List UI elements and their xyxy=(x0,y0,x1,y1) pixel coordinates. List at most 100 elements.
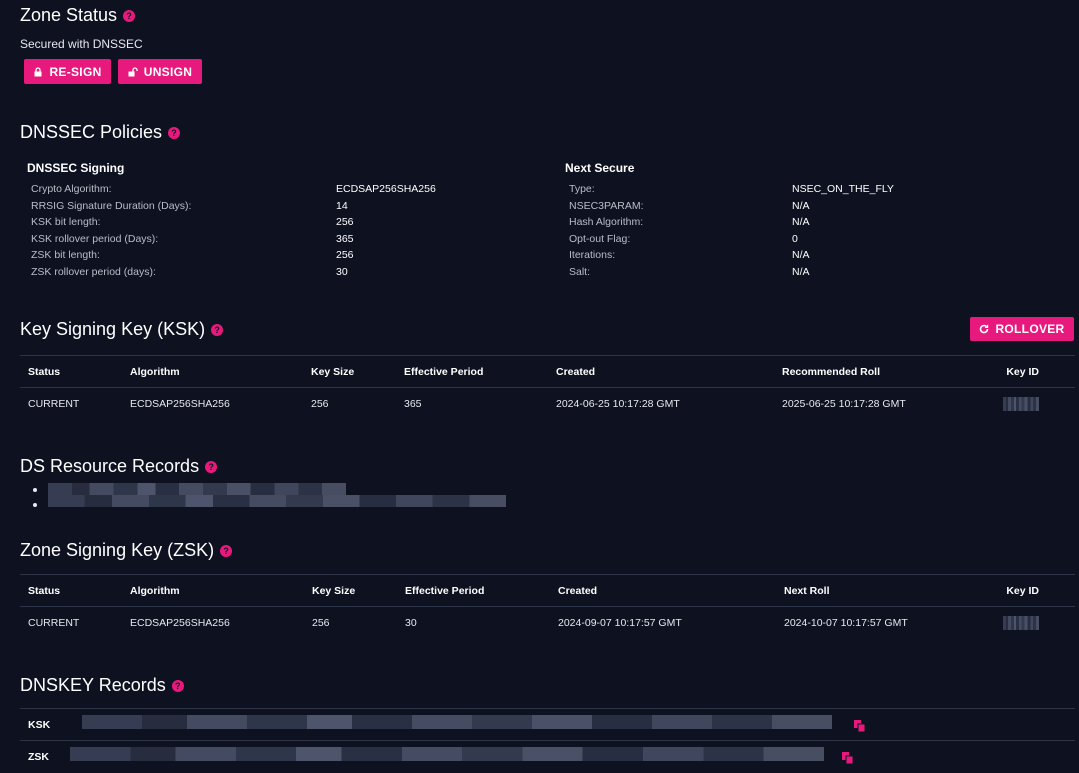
rollover-label: ROLLOVER xyxy=(995,322,1065,336)
dnskey-label: ZSK xyxy=(28,751,49,763)
policy-value: NSEC_ON_THE_FLY xyxy=(792,183,894,195)
dnskey-row-zsk: ZSK xyxy=(20,740,1075,772)
signing-title: DNSSEC Signing xyxy=(27,161,125,175)
table-cell: ECDSAP256SHA256 xyxy=(130,398,230,410)
policy-key: Iterations: xyxy=(569,249,616,261)
unsign-button[interactable]: UNSIGN xyxy=(118,59,202,84)
help-icon[interactable]: ? xyxy=(123,10,136,23)
dnskey-label: KSK xyxy=(28,719,51,731)
zone-status-title: Zone Status? xyxy=(20,5,136,26)
zone-status-subtitle: Secured with DNSSEC xyxy=(20,37,143,51)
column-header[interactable]: Created xyxy=(556,356,595,388)
unlock-icon xyxy=(128,66,138,76)
policy-row: Opt-out Flag: 0 xyxy=(569,231,1069,247)
next-secure-title: Next Secure xyxy=(565,161,635,175)
table-cell: 30 xyxy=(405,617,417,629)
ds-record-redacted[interactable] xyxy=(48,483,346,495)
table-cell: 365 xyxy=(404,398,422,410)
table-cell: 256 xyxy=(312,617,330,629)
policy-row: Type: NSEC_ON_THE_FLY xyxy=(569,181,1069,197)
policy-row: KSK bit length: 256 xyxy=(31,214,531,230)
policy-row: Salt: N/A xyxy=(569,264,1069,280)
column-header[interactable]: Effective Period xyxy=(404,356,483,388)
help-icon[interactable]: ? xyxy=(168,127,181,140)
table-cell: CURRENT xyxy=(28,617,80,629)
column-header[interactable]: Algorithm xyxy=(130,356,180,388)
table-cell: 2024-06-25 10:17:28 GMT xyxy=(556,398,680,410)
policy-row: ZSK bit length: 256 xyxy=(31,247,531,263)
table-header: Status Algorithm Key Size Effective Period C… xyxy=(20,355,1075,387)
policy-value: N/A xyxy=(792,216,810,228)
policy-key: NSEC3PARAM: xyxy=(569,199,644,212)
policy-key: ZSK rollover period (days): xyxy=(31,265,156,278)
table-cell: 2025-06-25 10:17:28 GMT xyxy=(782,398,906,410)
policy-value: 30 xyxy=(336,265,348,278)
column-header[interactable]: Status xyxy=(28,356,60,388)
policy-key: ZSK bit length: xyxy=(31,249,100,261)
ds-bullet xyxy=(33,503,37,507)
resign-button[interactable]: RE-SIGN xyxy=(24,59,111,84)
rollover-button[interactable]: ROLLOVER xyxy=(970,317,1074,341)
policy-value: N/A xyxy=(792,249,810,261)
ds-record-redacted[interactable] xyxy=(48,495,506,507)
table-cell: 2024-10-07 10:17:57 GMT xyxy=(784,617,908,629)
policy-value: 365 xyxy=(336,232,354,245)
help-icon[interactable]: ? xyxy=(171,680,184,693)
column-header[interactable]: Created xyxy=(558,575,597,607)
policy-key: Hash Algorithm: xyxy=(569,216,644,228)
key-id-redacted xyxy=(1003,616,1039,630)
policy-row: Crypto Algorithm: ECDSAP256SHA256 xyxy=(31,181,531,197)
table-header: Status Algorithm Key Size Effective Period C… xyxy=(20,574,1075,606)
policy-row: ZSK rollover period (days): 30 xyxy=(31,264,531,280)
dnskey-title: DNSKEY Records? xyxy=(20,675,184,696)
policy-value: 0 xyxy=(792,232,798,245)
column-header[interactable]: Effective Period xyxy=(405,575,484,607)
column-header[interactable]: Key ID xyxy=(1006,575,1039,607)
policy-key: Opt-out Flag: xyxy=(569,232,631,245)
policy-value: 256 xyxy=(336,249,354,261)
help-icon[interactable]: ? xyxy=(211,324,224,337)
copy-icon[interactable] xyxy=(853,719,867,733)
column-header[interactable]: Recommended Roll xyxy=(782,356,880,388)
table-cell: CURRENT xyxy=(28,398,80,410)
table-cell: 256 xyxy=(311,398,329,410)
policy-key: Crypto Algorithm: xyxy=(31,183,112,195)
policy-value: ECDSAP256SHA256 xyxy=(336,183,436,195)
column-header[interactable]: Algorithm xyxy=(130,575,180,607)
column-header[interactable]: Status xyxy=(28,575,60,607)
column-header[interactable]: Key ID xyxy=(1006,356,1039,388)
column-header[interactable]: Next Roll xyxy=(784,575,830,607)
policy-value: 256 xyxy=(336,216,354,228)
resign-label: RE-SIGN xyxy=(49,64,102,79)
policy-row: Hash Algorithm: N/A xyxy=(569,214,1069,230)
unsign-label: UNSIGN xyxy=(143,64,193,79)
dnskey-value-redacted[interactable] xyxy=(70,747,824,761)
table-row: CURRENT ECDSAP256SHA256 256 30 2024-09-07 10… xyxy=(20,606,1075,638)
policy-key: KSK rollover period (Days): xyxy=(31,232,159,245)
dnskey-row-ksk: KSK xyxy=(20,708,1075,740)
policy-key: Salt: xyxy=(569,265,591,278)
column-header[interactable]: Key Size xyxy=(312,575,355,607)
policy-value: N/A xyxy=(792,199,810,212)
policy-row: RRSIG Signature Duration (Days): 14 xyxy=(31,198,531,214)
policy-key: Type: xyxy=(569,183,595,195)
ksk-title: Key Signing Key (KSK)? xyxy=(20,319,224,340)
dnskey-value-redacted[interactable] xyxy=(82,715,832,729)
help-icon[interactable]: ? xyxy=(205,461,218,474)
policy-key: RRSIG Signature Duration (Days): xyxy=(31,199,192,212)
help-icon[interactable]: ? xyxy=(220,545,233,558)
policy-row: KSK rollover period (Days): 365 xyxy=(31,231,531,247)
policy-key: KSK bit length: xyxy=(31,216,101,228)
table-row: CURRENT ECDSAP256SHA256 256 365 2024-06-25 1… xyxy=(20,387,1075,419)
table-cell: ECDSAP256SHA256 xyxy=(130,617,230,629)
copy-icon[interactable] xyxy=(841,751,855,765)
policy-row: Iterations: N/A xyxy=(569,247,1069,263)
policies-title: DNSSEC Policies? xyxy=(20,122,181,143)
policy-row: NSEC3PARAM: N/A xyxy=(569,198,1069,214)
table-cell: 2024-09-07 10:17:57 GMT xyxy=(558,617,682,629)
policy-value: 14 xyxy=(336,199,348,212)
refresh-icon xyxy=(980,324,989,334)
ds-bullet xyxy=(33,488,37,492)
ds-title: DS Resource Records? xyxy=(20,456,218,477)
column-header[interactable]: Key Size xyxy=(311,356,354,388)
